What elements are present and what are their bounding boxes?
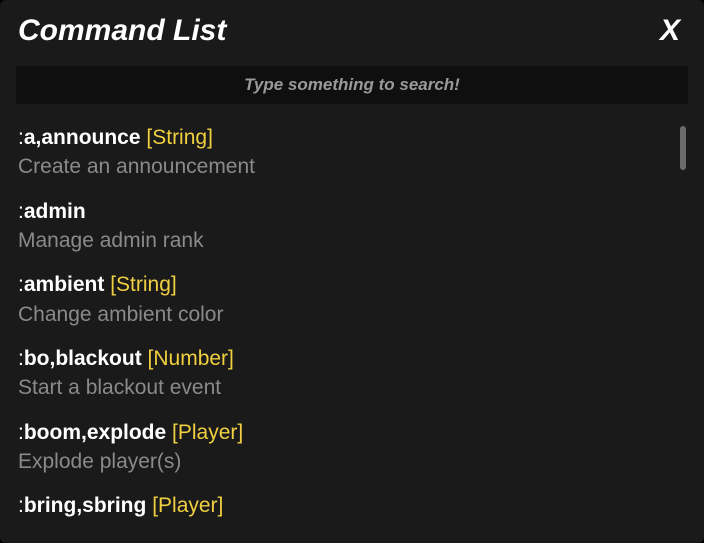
- close-button[interactable]: X: [660, 14, 686, 48]
- command-header: :boom,explode [Player]: [18, 419, 674, 446]
- command-item[interactable]: :bo,blackout [Number]Start a blackout ev…: [14, 345, 674, 403]
- command-header: :bo,blackout [Number]: [18, 345, 674, 372]
- command-header: :bring,sbring [Player]: [18, 492, 674, 519]
- command-arg: [Player]: [172, 421, 243, 444]
- command-arg: [String]: [110, 273, 177, 296]
- command-description: Change ambient color: [18, 301, 674, 329]
- command-header: :a,announce [String]: [18, 124, 674, 151]
- command-description: Manage admin rank: [18, 227, 674, 255]
- command-description: Explode player(s): [18, 448, 674, 476]
- command-item[interactable]: :boom,explode [Player]Explode player(s): [14, 419, 674, 477]
- command-description: Create an announcement: [18, 153, 674, 181]
- command-item[interactable]: :adminManage admin rank: [14, 198, 674, 256]
- command-item[interactable]: :bring,sbring [Player]: [14, 492, 674, 519]
- command-list[interactable]: :a,announce [String]Create an announceme…: [14, 124, 690, 543]
- titlebar: Command List X: [8, 6, 696, 62]
- scrollbar-thumb[interactable]: [680, 126, 686, 170]
- command-item[interactable]: :a,announce [String]Create an announceme…: [14, 124, 674, 182]
- command-description: Start a blackout event: [18, 374, 674, 402]
- command-arg: [Player]: [152, 494, 223, 517]
- command-header: :admin: [18, 198, 674, 225]
- command-list-container: :a,announce [String]Create an announceme…: [14, 124, 690, 543]
- search-bar[interactable]: [16, 66, 688, 104]
- command-arg: [Number]: [148, 347, 234, 370]
- search-input[interactable]: [26, 75, 678, 95]
- command-name: a,announce: [24, 126, 141, 149]
- window-title: Command List: [18, 14, 226, 48]
- command-header: :ambient [String]: [18, 271, 674, 298]
- command-name: admin: [24, 200, 86, 223]
- command-name: bring,sbring: [24, 494, 147, 517]
- command-arg: [String]: [146, 126, 213, 149]
- command-list-window: Command List X :a,announce [String]Creat…: [0, 0, 704, 543]
- command-name: ambient: [24, 273, 105, 296]
- command-name: bo,blackout: [24, 347, 142, 370]
- command-name: boom,explode: [24, 421, 166, 444]
- command-item[interactable]: :ambient [String] Change ambient color: [14, 271, 674, 329]
